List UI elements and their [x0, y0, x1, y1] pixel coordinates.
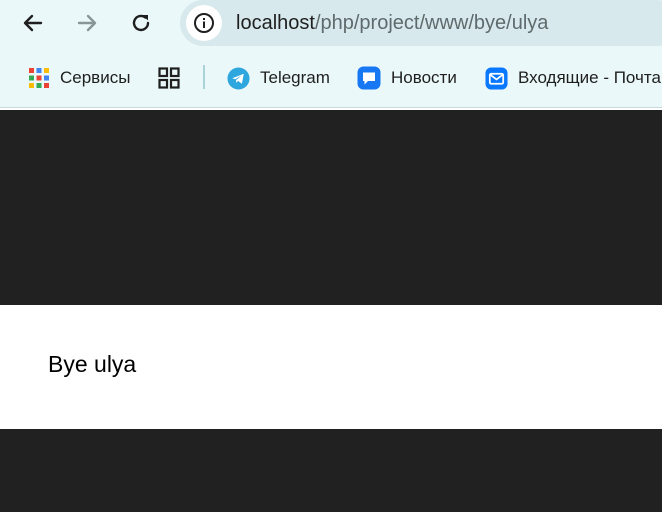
bookmark-news-label: Новости — [391, 68, 457, 87]
browser-chrome: localhost/php/project/www/bye/ulya Серви… — [0, 0, 662, 108]
url-text[interactable]: localhost/php/project/www/bye/ulya — [236, 11, 548, 35]
back-button[interactable] — [15, 5, 51, 41]
reload-button[interactable] — [123, 5, 159, 41]
bookmark-inbox-label: Входящие - Почта — [518, 68, 661, 87]
page-content: Bye ulya — [0, 305, 662, 429]
forward-arrow-icon — [77, 14, 97, 32]
bookmarks-separator — [203, 65, 205, 89]
mail-icon — [485, 66, 508, 90]
bookmark-news[interactable]: Новости — [357, 58, 457, 98]
bookmark-telegram[interactable]: Telegram — [227, 58, 330, 98]
content-text: Bye ulya — [48, 351, 137, 377]
page-viewport: Bye ulya — [0, 108, 662, 512]
reload-icon — [132, 14, 150, 32]
bookmark-telegram-label: Telegram — [260, 68, 330, 87]
url-path: /php/project/www/bye/ulya — [314, 12, 549, 34]
bookmarks-bar: Сервисы Telegram Новости Входящие - Почт… — [0, 58, 662, 98]
news-chat-icon — [357, 66, 381, 90]
bookmark-services[interactable]: Сервисы — [28, 58, 130, 98]
url-host: localhost — [236, 12, 315, 34]
tab-groups-button[interactable] — [158, 58, 190, 98]
info-icon — [194, 13, 214, 33]
site-info-button[interactable] — [186, 5, 222, 41]
bookmark-services-label: Сервисы — [60, 68, 131, 87]
apps-grid-icon — [28, 67, 50, 89]
browser-toolbar: localhost/php/project/www/bye/ulya — [0, 0, 662, 46]
bookmark-inbox[interactable]: Входящие - Почта — [485, 58, 661, 98]
address-bar[interactable]: localhost/php/project/www/bye/ulya — [180, 0, 662, 46]
tab-grid-icon — [158, 67, 180, 89]
forward-button[interactable] — [69, 5, 105, 41]
page-footer — [0, 429, 662, 512]
back-arrow-icon — [23, 14, 43, 32]
telegram-icon — [227, 66, 250, 90]
page-header — [0, 110, 662, 305]
